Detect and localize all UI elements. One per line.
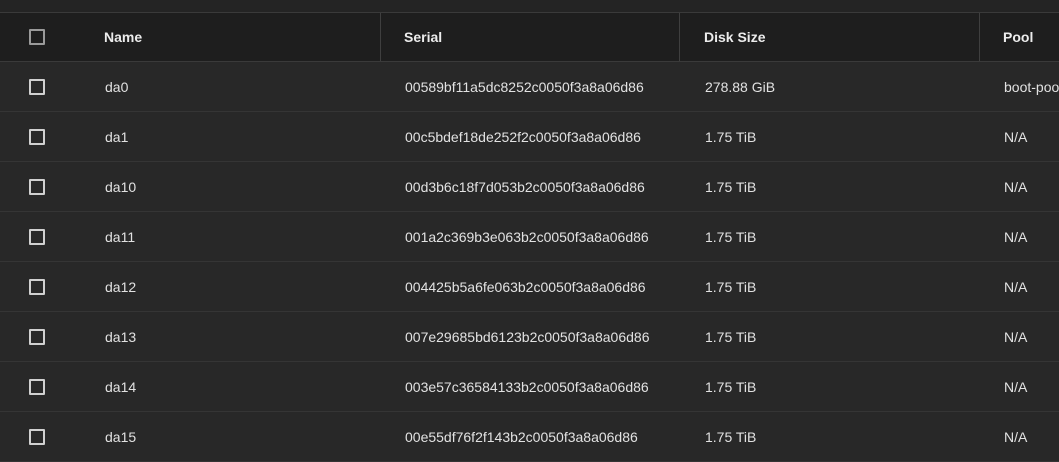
row-checkbox-cell[interactable] — [29, 312, 49, 361]
disk-pool: N/A — [1004, 278, 1028, 295]
disk-serial: 004425b5a6fe063b2c0050f3a8a06d86 — [405, 278, 646, 295]
table-row[interactable]: da15 00e55df76f2f143b2c0050f3a8a06d86 1.… — [0, 412, 1059, 462]
disk-pool: N/A — [1004, 328, 1028, 345]
disk-size: 1.75 TiB — [705, 178, 757, 195]
row-checkbox[interactable] — [29, 78, 45, 95]
disk-pool: N/A — [1004, 378, 1028, 395]
column-header-serial[interactable]: Serial — [404, 13, 674, 61]
table-row[interactable]: da0 00589bf11a5dc8252c0050f3a8a06d86 278… — [0, 62, 1059, 112]
disk-name: da12 — [105, 278, 137, 295]
disk-serial: 001a2c369b3e063b2c0050f3a8a06d86 — [405, 228, 649, 245]
row-checkbox-cell[interactable] — [29, 362, 49, 411]
disk-size: 278.88 GiB — [705, 78, 776, 95]
row-checkbox-cell[interactable] — [29, 162, 49, 211]
column-divider[interactable] — [979, 13, 980, 61]
table-row[interactable]: da14 003e57c36584133b2c0050f3a8a06d86 1.… — [0, 362, 1059, 412]
disk-name: da15 — [105, 428, 137, 445]
row-checkbox-cell[interactable] — [29, 112, 49, 161]
column-header-disk-size[interactable]: Disk Size — [704, 13, 974, 61]
row-checkbox-cell[interactable] — [29, 262, 49, 311]
disk-size: 1.75 TiB — [705, 428, 757, 445]
column-header-name[interactable]: Name — [104, 13, 374, 61]
disk-size: 1.75 TiB — [705, 378, 757, 395]
row-checkbox[interactable] — [29, 378, 45, 395]
disk-serial: 00589bf11a5dc8252c0050f3a8a06d86 — [405, 78, 644, 95]
column-divider[interactable] — [380, 13, 381, 61]
row-checkbox-cell[interactable] — [29, 212, 49, 261]
disk-serial: 00d3b6c18f7d053b2c0050f3a8a06d86 — [405, 178, 645, 195]
disk-size: 1.75 TiB — [705, 128, 757, 145]
row-checkbox-cell[interactable] — [29, 62, 49, 111]
disk-pool: N/A — [1004, 228, 1028, 245]
row-checkbox[interactable] — [29, 128, 45, 145]
disk-size: 1.75 TiB — [705, 228, 757, 245]
disk-serial: 007e29685bd6123b2c0050f3a8a06d86 — [405, 328, 650, 345]
disk-name: da0 — [105, 78, 129, 95]
disk-name: da14 — [105, 378, 137, 395]
disk-name: da13 — [105, 328, 137, 345]
table-header: Name Serial Disk Size Pool — [0, 13, 1059, 62]
top-bar — [0, 0, 1059, 13]
table-row[interactable]: da12 004425b5a6fe063b2c0050f3a8a06d86 1.… — [0, 262, 1059, 312]
disk-pool: N/A — [1004, 428, 1028, 445]
table-row[interactable]: da13 007e29685bd6123b2c0050f3a8a06d86 1.… — [0, 312, 1059, 362]
disk-pool: boot-poo — [1004, 78, 1059, 95]
row-checkbox[interactable] — [29, 178, 45, 195]
disk-name: da1 — [105, 128, 129, 145]
row-checkbox-cell[interactable] — [29, 412, 49, 461]
row-checkbox[interactable] — [29, 428, 45, 445]
row-checkbox[interactable] — [29, 278, 45, 295]
disk-size: 1.75 TiB — [705, 328, 757, 345]
row-checkbox[interactable] — [29, 228, 45, 245]
disk-name: da10 — [105, 178, 137, 195]
disk-serial: 00e55df76f2f143b2c0050f3a8a06d86 — [405, 428, 638, 445]
disk-pool: N/A — [1004, 178, 1028, 195]
disk-serial: 003e57c36584133b2c0050f3a8a06d86 — [405, 378, 649, 395]
disk-pool: N/A — [1004, 128, 1028, 145]
select-all-checkbox-cell[interactable] — [29, 13, 49, 61]
disks-table: Name Serial Disk Size Pool da0 00589bf11… — [0, 13, 1059, 462]
table-row[interactable]: da11 001a2c369b3e063b2c0050f3a8a06d86 1.… — [0, 212, 1059, 262]
table-row[interactable]: da1 00c5bdef18de252f2c0050f3a8a06d86 1.7… — [0, 112, 1059, 162]
column-divider[interactable] — [679, 13, 680, 61]
disk-size: 1.75 TiB — [705, 278, 757, 295]
disk-serial: 00c5bdef18de252f2c0050f3a8a06d86 — [405, 128, 641, 145]
row-checkbox[interactable] — [29, 328, 45, 345]
select-all-checkbox[interactable] — [29, 29, 45, 45]
table-row[interactable]: da10 00d3b6c18f7d053b2c0050f3a8a06d86 1.… — [0, 162, 1059, 212]
disk-name: da11 — [105, 228, 136, 245]
column-header-pool[interactable]: Pool — [1003, 13, 1058, 61]
